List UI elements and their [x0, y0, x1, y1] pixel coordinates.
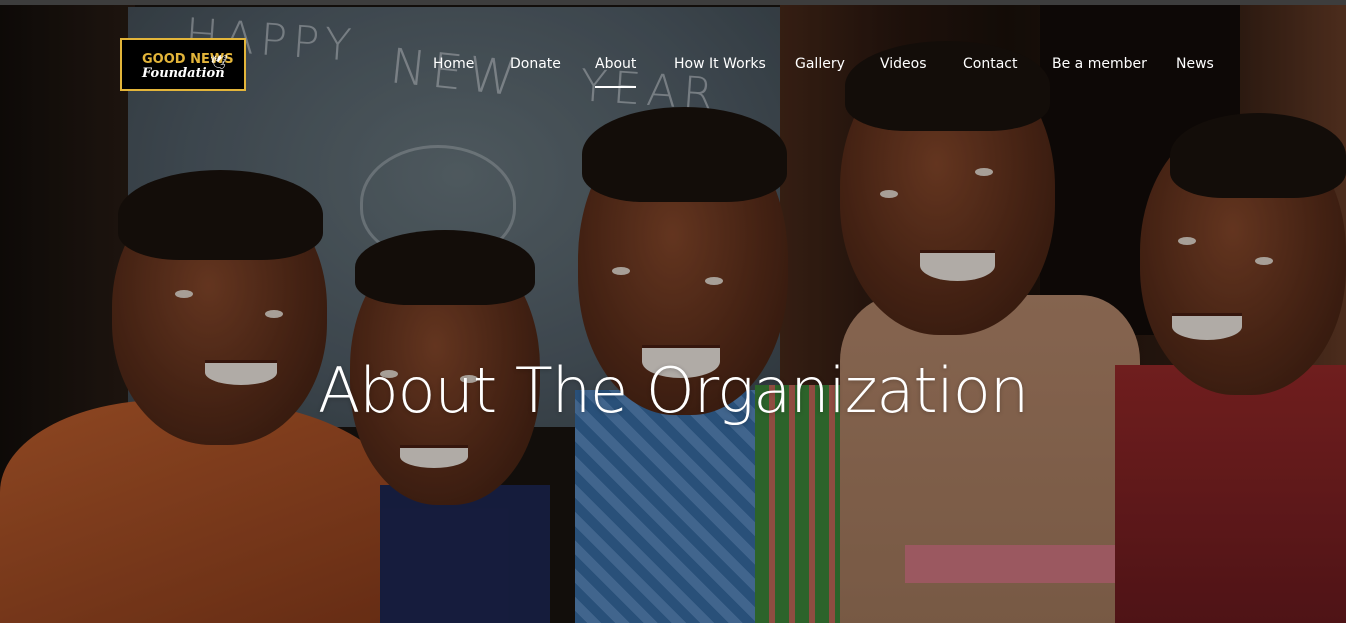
nav-contact[interactable]: Contact	[963, 56, 1017, 72]
hero-dark-overlay	[0, 5, 1346, 623]
hero-banner: HAPPY NEW YEAR	[0, 5, 1346, 623]
nav-be-a-member[interactable]: Be a member	[1052, 56, 1147, 72]
hero-title: About The Organization	[317, 353, 1029, 427]
nav-gallery[interactable]: Gallery	[795, 56, 845, 72]
hero-background-photo: HAPPY NEW YEAR	[0, 5, 1346, 623]
nav-about[interactable]: About	[595, 56, 637, 88]
nav-home[interactable]: Home	[433, 56, 474, 72]
browser-top-strip	[0, 0, 1346, 5]
nav-videos[interactable]: Videos	[880, 56, 927, 72]
nav-how-it-works[interactable]: How It Works	[674, 56, 766, 72]
site-logo[interactable]: GOOD NEWS Foundation 🕊	[120, 38, 246, 91]
nav-news[interactable]: News	[1176, 56, 1214, 72]
dove-icon: 🕊	[210, 54, 228, 70]
nav-donate[interactable]: Donate	[510, 56, 561, 72]
